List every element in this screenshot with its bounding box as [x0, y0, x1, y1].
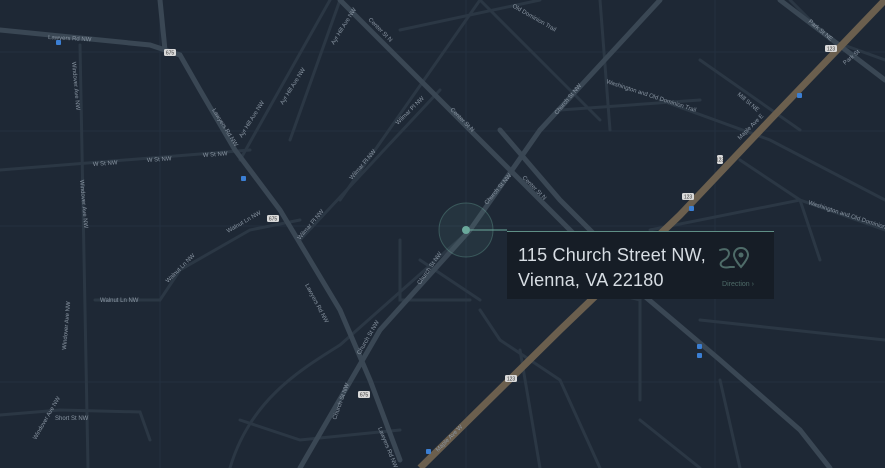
route-shield: 675 [358, 391, 370, 399]
svg-text:675: 675 [269, 217, 278, 223]
route-shield: 123 [682, 193, 694, 201]
road-label: Maple Ave W [435, 424, 464, 453]
route-shields: 675 675 675 123 123 123 123 [164, 45, 837, 399]
road-label: Wilmar Pl NW [349, 149, 378, 182]
road-label: W St NW [93, 160, 118, 168]
transit-stop-icon [697, 353, 702, 358]
transit-stop-icon [689, 206, 694, 211]
road-label: Park St NE [807, 19, 834, 43]
road-label: Old Dominion Trail [511, 4, 557, 34]
svg-text:123: 123 [827, 47, 836, 53]
transit-stop-icon [241, 176, 246, 181]
route-shield: 123 [505, 375, 517, 383]
svg-text:123: 123 [716, 158, 725, 164]
transit-stop-icon [697, 344, 702, 349]
route-shield: 123 [716, 155, 725, 164]
svg-text:675: 675 [360, 393, 369, 399]
svg-text:123: 123 [684, 195, 693, 201]
route-shield: 675 [164, 49, 176, 57]
address-line-1: 115 Church Street NW, [518, 245, 706, 265]
direction-button[interactable]: Direction › [714, 244, 762, 288]
road-label: Lawyers Rd NW [48, 35, 92, 43]
address-popup: 115 Church Street NW, Vienna, VA 22180 D… [507, 231, 774, 299]
route-shield: 123 [825, 45, 837, 53]
direction-label: Direction › [722, 281, 754, 288]
road-label: Wilmar Pl NW [297, 209, 326, 242]
location-marker-icon[interactable] [438, 202, 507, 258]
road-label: Church St NW [417, 251, 444, 286]
road-label: Windover Ave NW [70, 62, 80, 111]
road-label: Windover Ave NW [62, 301, 72, 350]
road-label: W St NW [203, 151, 228, 159]
address-text: 115 Church Street NW, Vienna, VA 22180 [518, 243, 706, 293]
address-line-2: Vienna, VA 22180 [518, 270, 664, 290]
road-label: Walnut Ln NW [226, 210, 263, 235]
map-view[interactable]: Lawyers Rd NW Lawyers Rd NW Lawyers Rd N… [0, 0, 885, 468]
road-label: Center St N [449, 107, 475, 133]
road-label: Short St NW [55, 416, 89, 422]
route-shield: 675 [267, 215, 279, 223]
road-label: Church St NW [484, 173, 513, 206]
road-label: Lawyers Rd NW [210, 108, 238, 148]
road-label: Washington and Old Dominion Trail [807, 200, 885, 235]
svg-text:123: 123 [507, 377, 516, 383]
road-label: Church St NW [332, 382, 351, 420]
transit-stop-icon [426, 449, 431, 454]
road-label: Windover Ave NW [78, 180, 88, 229]
road-label: W St NW [147, 156, 172, 164]
road-label: Walnut Ln NW [165, 253, 197, 285]
road-label: Walnut Ln NW [100, 298, 139, 304]
svg-text:675: 675 [166, 51, 175, 57]
transit-stop-icon [56, 40, 61, 45]
transit-stop-icon [797, 93, 802, 98]
road-label: Washington and Old Dominion Trail [605, 79, 696, 114]
route-direction-icon [719, 246, 750, 269]
